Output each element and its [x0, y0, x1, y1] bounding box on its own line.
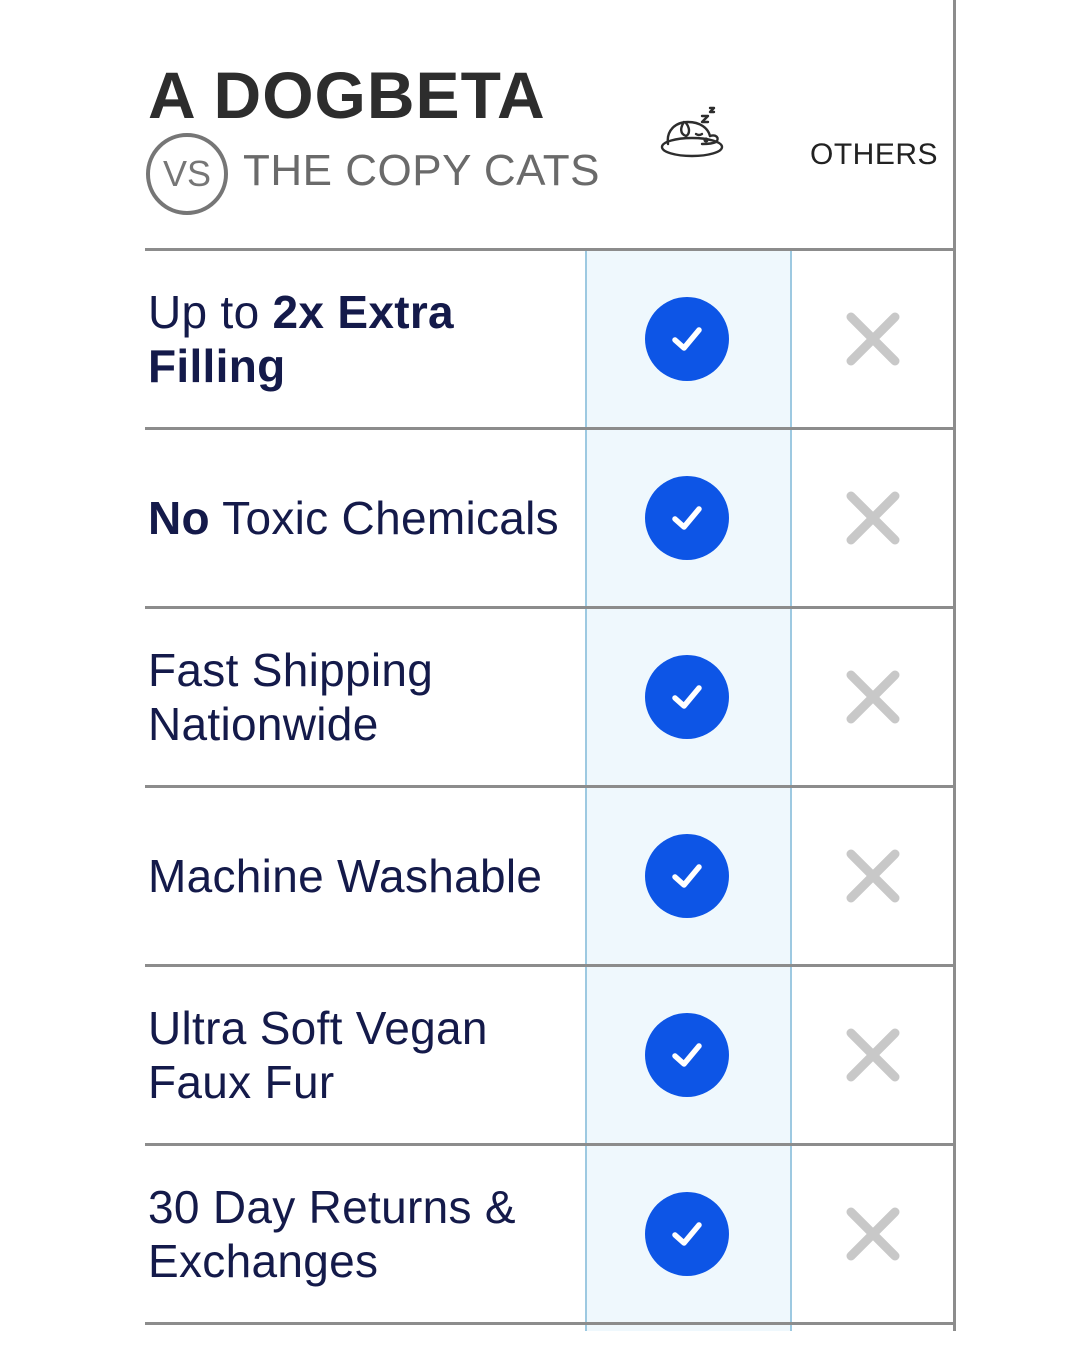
feature-label: 30 Day Returns & Exchanges	[148, 1180, 568, 1288]
feature-label: Machine Washable	[148, 849, 568, 903]
table-row: No Toxic Chemicals	[145, 430, 953, 609]
feature-text: Ultra Soft Vegan Faux Fur	[148, 1002, 488, 1108]
feature-label: Ultra Soft Vegan Faux Fur	[148, 1001, 568, 1109]
cross-icon	[845, 490, 901, 546]
check-icon	[645, 297, 729, 381]
table-row: Ultra Soft Vegan Faux Fur	[145, 967, 953, 1146]
feature-text: Up to	[148, 286, 273, 338]
table-row: 30 Day Returns & Exchanges	[145, 1146, 953, 1325]
sleeping-dog-icon	[660, 106, 724, 158]
check-icon	[645, 1013, 729, 1097]
vs-badge: VS	[146, 133, 228, 215]
table-row: Machine Washable	[145, 788, 953, 967]
cross-icon	[845, 669, 901, 725]
cross-icon	[845, 1206, 901, 1262]
feature-label: Fast Shipping Nationwide	[148, 643, 568, 751]
feature-label: No Toxic Chemicals	[148, 491, 568, 545]
page-title: A DOGBETA	[148, 58, 546, 132]
cross-icon	[845, 1027, 901, 1083]
feature-text: Machine Washable	[148, 850, 543, 902]
feature-text-bold: No	[148, 492, 210, 544]
table-right-border	[953, 0, 956, 1331]
feature-text: Fast Shipping Nationwide	[148, 644, 434, 750]
check-icon	[645, 1192, 729, 1276]
comparison-table: Up to 2x Extra Filling No Toxic Chemicals…	[145, 251, 953, 1325]
check-icon	[645, 834, 729, 918]
feature-label: Up to 2x Extra Filling	[148, 285, 568, 393]
feature-text: Toxic Chemicals	[209, 492, 559, 544]
feature-text: 30 Day Returns & Exchanges	[148, 1181, 516, 1287]
others-column-header: OTHERS	[810, 138, 939, 171]
check-icon	[645, 655, 729, 739]
cross-icon	[845, 848, 901, 904]
cross-icon	[845, 311, 901, 367]
table-row: Up to 2x Extra Filling	[145, 251, 953, 430]
table-row: Fast Shipping Nationwide	[145, 609, 953, 788]
check-icon	[645, 476, 729, 560]
page-subtitle: THE COPY CATS	[243, 146, 600, 195]
